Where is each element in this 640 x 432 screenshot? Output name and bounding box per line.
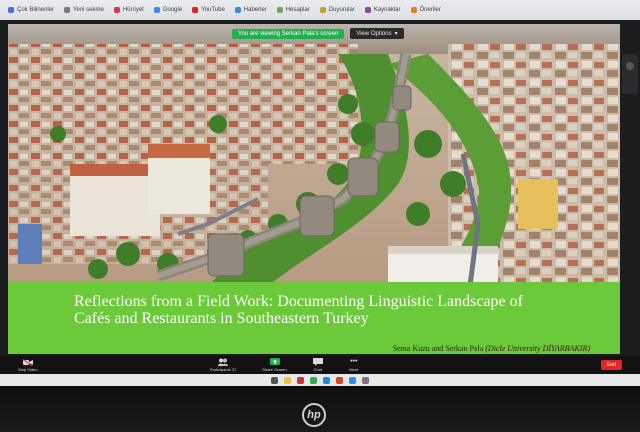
bookmark-label: Çok Bilinenler (17, 7, 55, 13)
bookmarks-bar: Çok Bilinenler Yeni sekme Hürriyet Google Yo… (0, 0, 640, 20)
slide-title: Reflections from a Field Work: Documenti… (74, 293, 594, 327)
screen-share-banner: You are viewing Serkan Pala's screen Vie… (232, 28, 404, 39)
city-aerial-photo (8, 24, 620, 286)
bookmark-favicon-icon (410, 7, 417, 13)
meeting-controls: Stop Video Participants 37 Share Screen … (0, 356, 640, 374)
author-names: Sema Kuzu and Serkan Pala (392, 344, 484, 353)
participants-count: 37 (231, 367, 237, 372)
more-dots-icon: ••• (350, 358, 358, 365)
search-icon[interactable] (271, 376, 278, 384)
chat-icon (312, 358, 323, 366)
view-options-button[interactable]: View Options ▾ (350, 28, 404, 39)
stop-video-button[interactable]: Stop Video (18, 358, 38, 372)
bookmark-item[interactable]: Kaynaklar (361, 3, 405, 17)
bookmark-label: Haberler (243, 7, 267, 13)
hp-logo: hp (302, 403, 326, 427)
bookmark-item[interactable]: YouTube (188, 3, 229, 17)
bookmark-item[interactable]: Hürriyet (110, 3, 148, 17)
view-options-label: View Options (356, 30, 392, 37)
participants-button[interactable]: Participants 37 (210, 358, 236, 372)
video-camera-icon (22, 358, 33, 366)
slide-authors: Sema Kuzu and Serkan Pala (Dicle Univers… (393, 344, 590, 353)
author-affiliation: (Dicle University DİYARBAKIR) (485, 344, 590, 353)
participants-icon (218, 358, 229, 366)
slide-title-line-1: Reflections from a Field Work: Documenti… (74, 293, 523, 310)
bookmark-favicon-icon (113, 7, 120, 13)
end-meeting-button[interactable]: End (601, 360, 622, 370)
bookmark-item[interactable]: Öneriler (407, 3, 445, 17)
bookmark-label: Duyurular (328, 7, 355, 13)
meeting-controls-center: Participants 37 Share Screen Chat ••• Mo… (210, 358, 359, 372)
bookmark-item[interactable]: Yeni sekme (60, 3, 108, 17)
bookmark-label: Hesaplar (285, 7, 310, 13)
slide-title-line-2: Cafés and Restaurants in Southeastern Tu… (74, 310, 369, 327)
share-screen-label: Share Screen (262, 367, 287, 372)
bookmark-label: Google (162, 7, 183, 13)
bookmark-favicon-icon (364, 7, 371, 13)
bookmark-favicon-icon (276, 7, 283, 13)
participants-label-text: Participants (209, 367, 231, 372)
bookmark-favicon-icon (192, 7, 199, 13)
meeting-stage: Reflections from a Field Work: Documenti… (0, 20, 640, 356)
os-taskbar (0, 374, 640, 386)
bookmark-favicon-icon (64, 7, 71, 13)
bookmark-label: Kaynaklar (373, 7, 401, 13)
participant-thumbnail[interactable] (622, 54, 638, 94)
shared-slide: Reflections from a Field Work: Documenti… (8, 24, 620, 354)
avatar (626, 62, 634, 70)
bookmark-favicon-icon (8, 7, 14, 13)
chat-label: Chat (313, 367, 322, 372)
chat-button[interactable]: Chat (312, 358, 323, 372)
participants-label: Participants 37 (210, 367, 236, 372)
share-screen-icon (269, 358, 280, 366)
bookmark-label: YouTube (201, 7, 225, 13)
bookmark-favicon-icon (319, 7, 326, 13)
bookmark-favicon-icon (234, 7, 241, 13)
bookmark-favicon-icon (153, 7, 160, 13)
bookmark-item[interactable]: Duyurular (316, 3, 359, 17)
zoom-icon[interactable] (349, 376, 356, 384)
more-label: More (349, 367, 359, 372)
bookmark-item[interactable]: Hesaplar (273, 3, 314, 17)
viewing-screen-badge: You are viewing Serkan Pala's screen (232, 28, 345, 39)
bookmark-item[interactable]: Google (150, 3, 186, 17)
powerpoint-icon[interactable] (336, 376, 343, 384)
bookmark-item[interactable]: Çok Bilinenler (4, 3, 58, 17)
share-screen-button[interactable]: Share Screen (262, 358, 287, 372)
stop-video-label: Stop Video (18, 367, 38, 372)
edge-icon[interactable] (323, 376, 330, 384)
chevron-down-icon: ▾ (394, 31, 398, 37)
bookmark-label: Hürriyet (122, 7, 144, 13)
file-explorer-icon[interactable] (284, 376, 291, 384)
bookmark-label: Yeni sekme (73, 7, 104, 13)
more-button[interactable]: ••• More (349, 358, 359, 372)
bookmark-label: Öneriler (419, 7, 441, 13)
bookmark-item[interactable]: Haberler (231, 3, 271, 17)
opera-icon[interactable] (297, 376, 304, 384)
settings-icon[interactable] (362, 376, 369, 384)
chrome-icon[interactable] (310, 376, 317, 384)
